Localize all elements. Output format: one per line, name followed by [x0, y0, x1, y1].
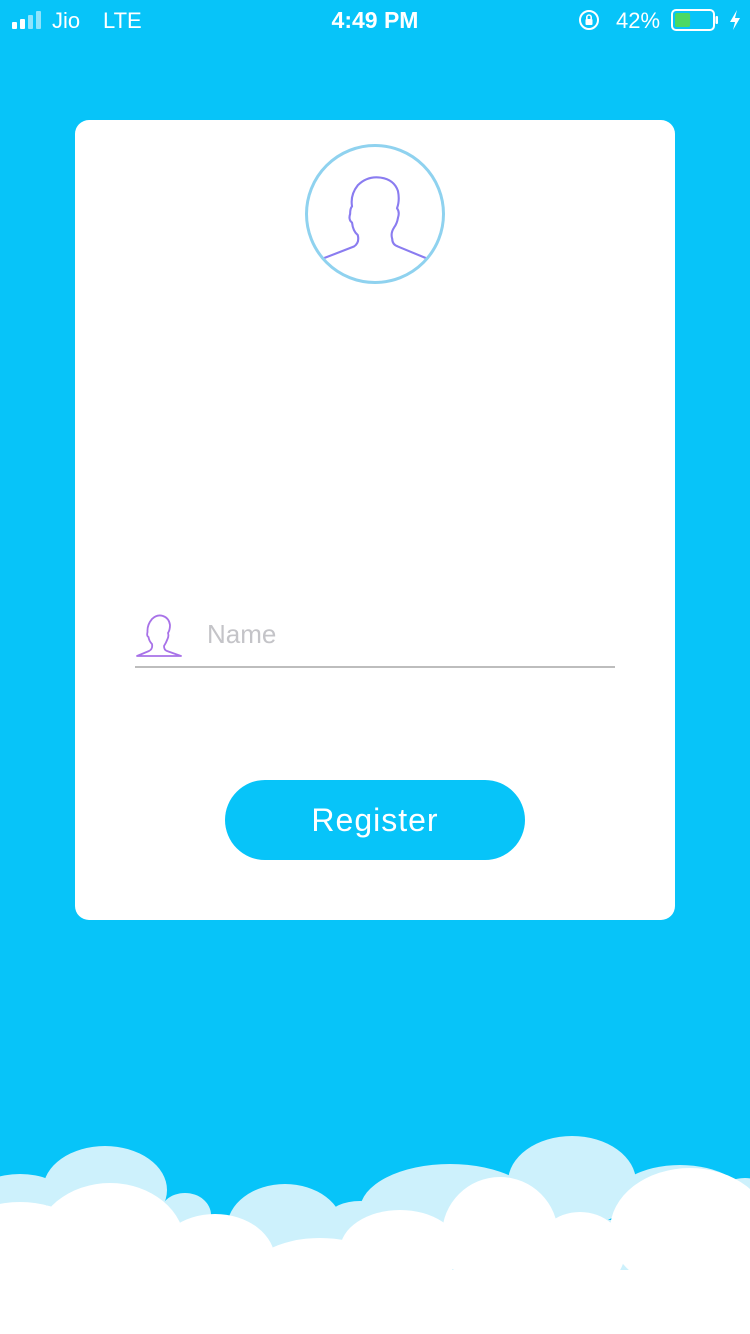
battery-percent: 42% [616, 8, 661, 33]
avatar [305, 144, 445, 284]
name-field [135, 604, 615, 668]
status-bar: Jio LTE 4:49 PM 42% [0, 0, 750, 40]
name-input[interactable] [207, 612, 607, 656]
clouds-decoration [0, 1136, 750, 1334]
register-screen: Jio LTE 4:49 PM 42% Name Register [0, 0, 750, 1334]
user-silhouette-icon [323, 176, 427, 260]
rotation-lock-icon [579, 10, 599, 30]
battery-icon [671, 9, 718, 31]
register-button[interactable]: Register [225, 780, 525, 860]
register-card: Register [75, 120, 675, 920]
user-outline-icon [136, 614, 182, 657]
charging-icon [730, 10, 740, 30]
